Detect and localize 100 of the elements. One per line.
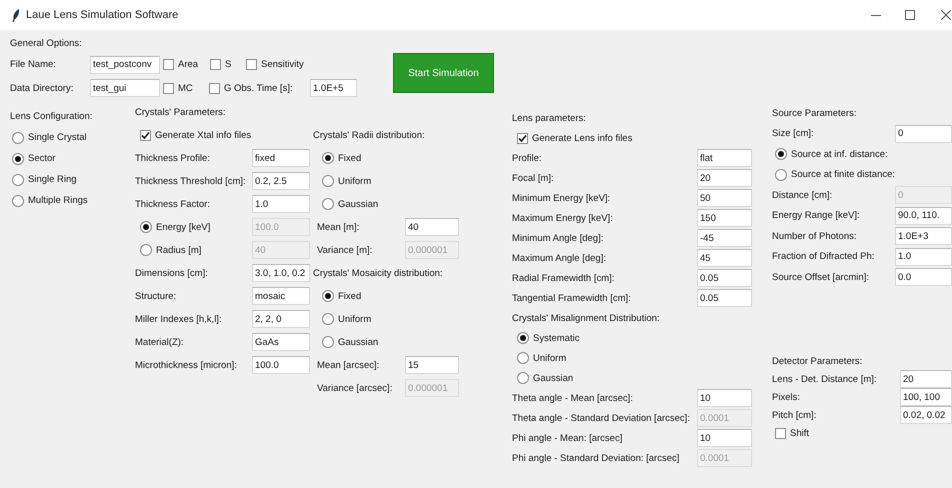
field-label: Focal [m]: (512, 172, 555, 184)
field-label: Thickness Factor: (135, 198, 211, 210)
section-heading: Lens parameters: (512, 112, 587, 124)
field-label: Radial Framewidth [cm]: (512, 272, 616, 284)
field-label: Variance [m]: (317, 244, 374, 256)
input-field[interactable]: 0.2, 2.5 (252, 172, 310, 190)
field-label: Source Offset [arcmin]: (772, 272, 870, 282)
radio-button[interactable]: Fixed (322, 290, 362, 302)
checkbox[interactable]: Area (163, 59, 210, 70)
field-label: Theta angle - Standard Deviation [arcsec]: (512, 412, 691, 424)
radio-button[interactable]: Multiple Rings (12, 194, 88, 206)
input-field[interactable]: 1.0 (252, 195, 310, 213)
section-heading: Crystals' Misalignment Distribution: (512, 312, 661, 324)
section-heading: Source Parameters: (772, 108, 858, 118)
input-field[interactable]: 0.02, 0.02 (900, 406, 952, 424)
start-simulation-button[interactable]: Start Simulation (393, 53, 494, 93)
field-label: Number of Photons: (772, 230, 858, 242)
close-icon (941, 10, 951, 20)
window-title: Laue Lens Simulation Software (26, 9, 178, 21)
field-label: Profile: (512, 152, 543, 164)
field-label: Data Directory: (10, 82, 74, 94)
radio-button[interactable]: Gaussian (322, 198, 378, 210)
input-field[interactable]: 1.0 (895, 248, 952, 266)
input-field[interactable]: 3.0, 1.0, 0.2 (252, 264, 310, 282)
radio-button[interactable]: Sector (12, 152, 56, 164)
input-field[interactable]: 90.0, 110. (895, 206, 952, 224)
input-field[interactable]: 0.05 (697, 289, 752, 307)
field-label: Structure: (135, 290, 178, 302)
checkbox[interactable]: Generate Xtal info files (140, 130, 252, 140)
checkbox[interactable]: MC (163, 82, 209, 94)
section-heading: Detector Parameters: (772, 356, 864, 367)
radio-button[interactable]: Uniform (322, 175, 372, 187)
field-label: Maximum Angle [deg]: (512, 252, 607, 264)
input-field[interactable]: 40 (405, 218, 459, 236)
field-label: Fraction of Difracted Ph: (772, 251, 876, 262)
field-label: Size [cm]: (772, 128, 815, 139)
input-field[interactable]: 20 (697, 169, 752, 187)
radio-button[interactable]: Gaussian (517, 372, 574, 384)
radio-button[interactable]: Single Ring (12, 174, 77, 186)
field-label: Tangential Framewidth [cm]: (512, 292, 632, 304)
field-label: Minimum Energy [keV]: (512, 192, 612, 204)
checkbox[interactable]: Generate Lens info files (517, 132, 632, 144)
input-field[interactable]: 100, 100 (900, 388, 952, 406)
input-field[interactable]: 15 (405, 356, 459, 374)
field-label: Dimensions [cm]: (135, 268, 209, 278)
checkbox[interactable]: Shift (775, 428, 810, 439)
input-field[interactable]: 10 (697, 429, 752, 447)
radio-button[interactable]: Source at finite distance: (775, 168, 896, 180)
field-label: Theta angle - Mean [arcsec]: (512, 392, 634, 404)
field-label: Variance [arcsec]: (317, 382, 394, 394)
input-field[interactable]: 2, 2, 0 (252, 310, 310, 328)
input-field[interactable]: test_gui (90, 79, 160, 98)
field-label: Energy Range [keV]: (772, 210, 861, 221)
section-heading: Crystals' Parameters: (135, 106, 227, 118)
input-field[interactable]: -45 (697, 229, 752, 247)
section-heading: Crystals' Radii distribution: (313, 130, 426, 140)
input-field[interactable]: 50 (697, 189, 752, 207)
checkbox[interactable]: Sensitivity (246, 59, 306, 70)
input-field[interactable]: fixed (252, 149, 310, 167)
input-field[interactable]: 0.05 (697, 269, 752, 287)
input-field[interactable]: test_postconv (90, 56, 160, 74)
field-label: Pixels: (772, 392, 801, 403)
radio-button[interactable]: Uniform (517, 352, 566, 364)
maximize-icon (905, 10, 915, 20)
feather-icon (12, 8, 20, 22)
radio-button[interactable]: Systematic (517, 332, 580, 344)
field-label: File Name: (10, 59, 57, 70)
input-field[interactable]: 10 (697, 389, 752, 407)
field-label: Pitch [cm]: (772, 410, 818, 421)
input-field[interactable]: 1.0E+3 (895, 227, 952, 245)
radio-button[interactable]: Source at inf. distance: (775, 148, 888, 160)
field-label: Microthickness [micron]: (135, 360, 238, 370)
input-field[interactable]: 150 (697, 209, 752, 227)
field-label: Miller Indexes [h,k,l]: (135, 314, 223, 324)
radio-button[interactable]: Fixed (322, 152, 362, 164)
field-label: Material(Z): (135, 336, 185, 348)
radio-button[interactable]: Uniform (322, 313, 372, 325)
section-heading: Lens Configuration: (10, 111, 94, 122)
input-field[interactable]: 45 (697, 249, 752, 267)
field-label: Obs. Time [s]: (234, 82, 294, 94)
input-field[interactable]: 0 (895, 124, 952, 142)
checkbox[interactable]: S (210, 59, 246, 70)
field-label: Mean [m]: (317, 222, 360, 232)
input-field[interactable]: flat (697, 149, 752, 167)
field-label: Maximum Energy [keV]: (512, 212, 614, 224)
input-field[interactable]: 1.0E+5 (310, 79, 357, 98)
field-label: Thickness Profile: (135, 152, 211, 164)
field-label: Phi angle - Standard Deviation: [arcsec] (512, 452, 680, 464)
input-field[interactable]: 100.0 (252, 356, 310, 374)
field-label: Mean [arcsec]: (317, 360, 380, 370)
input-field[interactable]: 20 (900, 370, 952, 388)
input-field[interactable]: mosaic (252, 287, 310, 305)
checkbox[interactable]: G (209, 82, 231, 94)
input-field[interactable]: GaAs (252, 333, 310, 351)
radio-button[interactable]: Gaussian (322, 336, 378, 348)
field-label: Distance [cm]: (772, 190, 834, 200)
input-field[interactable]: 0.0 (895, 268, 952, 286)
section-heading: Crystals' Mosaicity distribution: (313, 268, 444, 278)
radio-button[interactable]: Single Crystal (12, 132, 87, 144)
section-heading: General Options: (10, 38, 82, 50)
